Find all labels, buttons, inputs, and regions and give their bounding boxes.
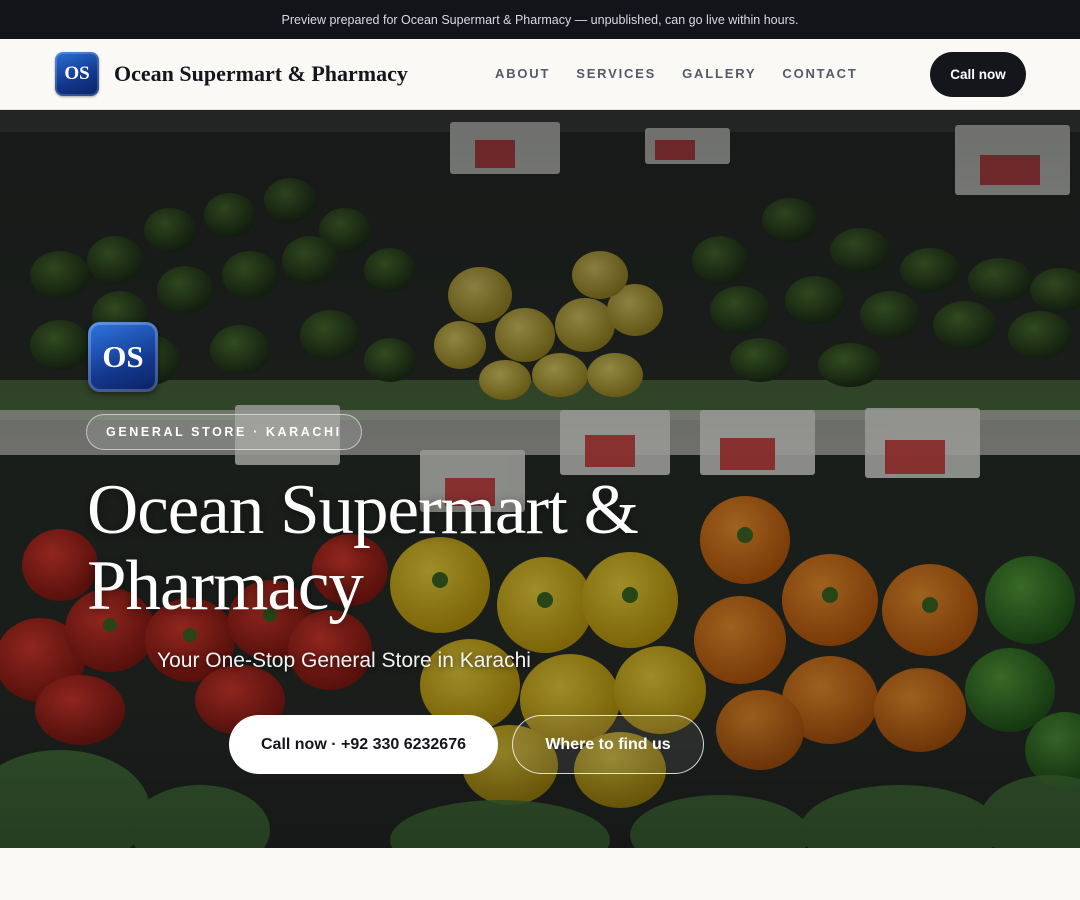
- call-now-button[interactable]: Call now: [930, 52, 1026, 97]
- hero-tagline: Your One-Stop General Store in Karachi: [157, 649, 531, 672]
- preview-banner: Preview prepared for Ocean Supermart & P…: [0, 0, 1080, 39]
- hero-section: OS GENERAL STORE · KARACHI Ocean Superma…: [0, 110, 1080, 848]
- preview-banner-text: Preview prepared for Ocean Supermart & P…: [281, 12, 799, 27]
- main-nav: ABOUT SERVICES GALLERY CONTACT: [495, 66, 884, 81]
- nav-link-services[interactable]: SERVICES: [576, 66, 656, 81]
- hero-logo: OS: [88, 322, 158, 392]
- hero-call-button[interactable]: Call now · +92 330 6232676: [229, 715, 498, 774]
- nav-link-gallery[interactable]: GALLERY: [682, 66, 756, 81]
- nav-link-contact[interactable]: CONTACT: [782, 66, 857, 81]
- hero-title: Ocean Supermart & Pharmacy: [87, 471, 639, 625]
- hero-location-button[interactable]: Where to find us: [512, 715, 704, 774]
- brand[interactable]: OS Ocean Supermart & Pharmacy: [55, 52, 408, 96]
- brand-name: Ocean Supermart & Pharmacy: [114, 61, 408, 86]
- nav-link-about[interactable]: ABOUT: [495, 66, 550, 81]
- site-header: OS Ocean Supermart & Pharmacy ABOUT SERV…: [0, 39, 1080, 110]
- hero-category-badge: GENERAL STORE · KARACHI: [86, 414, 362, 450]
- brand-logo: OS: [55, 52, 99, 96]
